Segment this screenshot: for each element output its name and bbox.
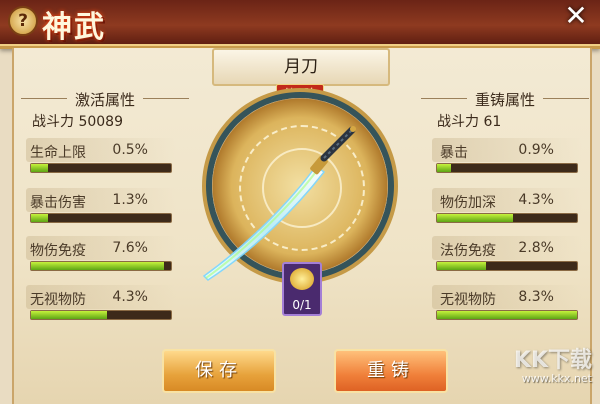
page-title: 神武 xyxy=(42,10,106,45)
material-slot[interactable]: 0/1 xyxy=(282,262,322,316)
right-stat-row: 暴击 0.9% xyxy=(432,138,582,180)
stat-name: 法伤免疫 xyxy=(440,243,496,259)
title-banner: ? 神武 ✕ xyxy=(0,0,600,49)
save-button[interactable]: 保存 xyxy=(162,349,276,393)
stat-value: 8.3% xyxy=(518,289,554,305)
close-icon[interactable]: ✕ xyxy=(562,2,590,30)
left-section-title: 激活属性 xyxy=(15,89,195,110)
stat-value: 4.3% xyxy=(112,289,148,305)
right-stat-row: 法伤免疫 2.8% xyxy=(432,236,582,278)
stat-name: 物伤免疫 xyxy=(30,243,86,259)
watermark-logo: KK下载 xyxy=(513,348,592,373)
left-stat-row: 物伤免疫 7.6% xyxy=(26,236,176,278)
stat-bar xyxy=(30,213,172,223)
stat-bar xyxy=(30,163,172,173)
stat-value: 4.3% xyxy=(518,192,554,208)
material-count: 0/1 xyxy=(292,298,312,312)
left-stat-row: 生命上限 0.5% xyxy=(26,138,176,180)
left-power: 战斗力 50089 xyxy=(32,114,123,130)
stat-bar xyxy=(436,261,578,271)
stat-value: 7.6% xyxy=(112,240,148,256)
stat-value: 0.5% xyxy=(112,142,148,158)
right-stat-row: 物伤加深 4.3% xyxy=(432,188,582,230)
right-stat-row: 无视物防 8.3% xyxy=(432,285,582,327)
stat-value: 1.3% xyxy=(112,192,148,208)
stat-bar xyxy=(436,163,578,173)
stat-bar xyxy=(436,213,578,223)
stat-bar xyxy=(436,310,578,320)
sword-icon xyxy=(202,126,356,281)
stat-bar xyxy=(30,261,172,271)
stat-name: 物伤加深 xyxy=(440,195,496,211)
stat-name: 暴击伤害 xyxy=(30,195,86,211)
weapon-name: 月刀 xyxy=(212,48,390,86)
left-stat-row: 暴击伤害 1.3% xyxy=(26,188,176,230)
stat-name: 无视物防 xyxy=(30,292,86,308)
right-section-title: 重铸属性 xyxy=(415,89,595,110)
stat-bar xyxy=(30,310,172,320)
material-icon xyxy=(290,268,314,290)
stat-value: 0.9% xyxy=(518,142,554,158)
watermark-url: www.kkx.net xyxy=(521,372,592,385)
help-icon[interactable]: ? xyxy=(8,6,38,36)
stat-name: 生命上限 xyxy=(30,145,86,161)
stat-name: 无视物防 xyxy=(440,292,496,308)
stat-value: 2.8% xyxy=(518,240,554,256)
recast-button[interactable]: 重铸 xyxy=(334,349,448,393)
stat-name: 暴击 xyxy=(440,145,468,161)
left-stat-row: 无视物防 4.3% xyxy=(26,285,176,327)
right-power: 战斗力 61 xyxy=(437,114,502,130)
